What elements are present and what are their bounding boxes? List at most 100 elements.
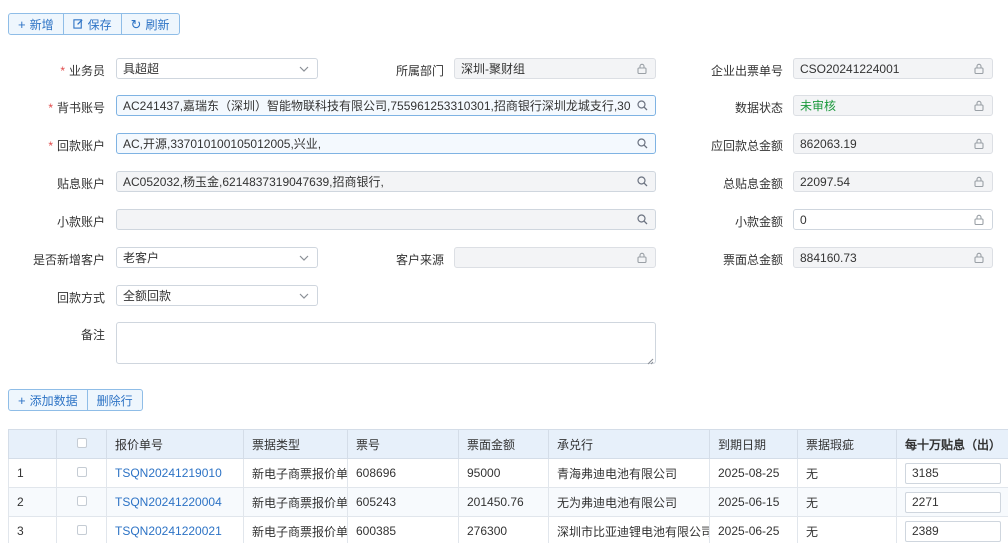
search-icon[interactable] <box>635 99 649 113</box>
new-customer-select[interactable]: 老客户 <box>116 247 318 268</box>
table-row[interactable]: 3 TSQN20241220021 新电子商票报价单 600385 276300… <box>8 516 1008 543</box>
rate-input[interactable]: 2271 <box>905 491 1001 513</box>
ticket-type-cell: 新电子商票报价单 <box>243 458 348 488</box>
ticket-no-cell: 600385 <box>347 516 459 543</box>
row-index: 1 <box>8 458 57 488</box>
return-method-label: 回款方式 <box>56 291 105 305</box>
search-icon[interactable] <box>635 213 649 227</box>
row-checkbox[interactable] <box>56 487 107 517</box>
discount-account-label: 贴息账户 <box>56 177 105 191</box>
table-row[interactable]: 2 TSQN20241220004 新电子商票报价单 605243 201450… <box>8 487 1008 517</box>
refresh-button[interactable]: ↻ 刷新 <box>122 14 179 34</box>
lock-icon <box>635 251 649 265</box>
quote-no-link[interactable]: TSQN20241220004 <box>106 487 244 517</box>
data-status-label: 数据状态 <box>734 101 783 115</box>
invoice-no-field: CSO20241224001 <box>793 58 993 79</box>
discount-total-field: 22097.54 <box>793 171 993 192</box>
small-account-field[interactable] <box>116 209 656 230</box>
column-header[interactable]: 每十万贴息（出） <box>896 429 1008 459</box>
lock-icon <box>972 99 986 113</box>
table-header-row: 报价单号 票据类型 票号 票面金额 承兑行 到期日期 票据瑕疵 每十万贴息（出） <box>8 429 1008 459</box>
resize-handle-icon[interactable] <box>646 354 654 365</box>
department-label: 所属部门 <box>395 64 444 78</box>
quote-no-link[interactable]: TSQN20241220021 <box>106 516 244 543</box>
lock-icon <box>972 137 986 151</box>
chevron-down-icon <box>297 251 311 265</box>
face-total-field: 884160.73 <box>793 247 993 268</box>
ticket-no-cell: 605243 <box>347 487 459 517</box>
lock-icon <box>972 213 986 227</box>
column-header[interactable]: 票面金额 <box>458 429 549 459</box>
bank-cell: 青海弗迪电池有限公司 <box>548 458 710 488</box>
receivable-total-label: 应回款总金额 <box>710 139 783 153</box>
flaw-cell: 无 <box>797 458 897 488</box>
remark-textarea[interactable] <box>116 322 656 365</box>
ticket-type-cell: 新电子商票报价单 <box>243 487 348 517</box>
receivable-total-field: 862063.19 <box>793 133 993 154</box>
row-index: 2 <box>8 487 57 517</box>
delete-row-button[interactable]: 删除行 <box>88 390 142 410</box>
plus-icon: + <box>18 16 26 32</box>
table-row[interactable]: 1 TSQN20241219010 新电子商票报价单 608696 95000 … <box>8 458 1008 488</box>
add-data-button[interactable]: + 添加数据 <box>9 390 88 410</box>
discount-total-label: 总贴息金额 <box>722 177 783 191</box>
customer-source-label: 客户来源 <box>395 253 444 267</box>
table-toolbar: + 添加数据 删除行 <box>8 389 143 411</box>
due-date-cell: 2025-06-15 <box>709 487 798 517</box>
row-checkbox[interactable] <box>56 516 107 543</box>
return-method-select[interactable]: 全额回款 <box>116 285 318 306</box>
edit-icon <box>72 18 84 31</box>
search-icon[interactable] <box>635 137 649 151</box>
lock-icon <box>635 62 649 76</box>
return-account-label: * 回款账户 <box>48 139 105 153</box>
small-amount-input[interactable]: 0 <box>793 209 993 230</box>
row-index: 3 <box>8 516 57 543</box>
quote-no-link[interactable]: TSQN20241219010 <box>106 458 244 488</box>
new-button[interactable]: + 新增 <box>9 14 64 34</box>
lock-icon <box>972 62 986 76</box>
due-date-cell: 2025-06-25 <box>709 516 798 543</box>
department-field: 深圳-聚财组 <box>454 58 656 79</box>
save-button[interactable]: 保存 <box>64 14 122 34</box>
rate-cell: 3185 <box>896 458 1008 488</box>
plus-icon: + <box>18 392 26 408</box>
remark-label: 备注 <box>80 328 105 342</box>
salesman-select[interactable]: 具超超 <box>116 58 318 79</box>
small-account-label: 小款账户 <box>56 215 105 229</box>
select-all-checkbox[interactable] <box>56 429 107 459</box>
data-status-field: 未审核 <box>793 95 993 116</box>
quote-table: 报价单号 票据类型 票号 票面金额 承兑行 到期日期 票据瑕疵 每十万贴息（出）… <box>8 429 1008 543</box>
amount-cell: 95000 <box>458 458 549 488</box>
chevron-down-icon <box>297 62 311 76</box>
row-checkbox[interactable] <box>56 458 107 488</box>
flaw-cell: 无 <box>797 487 897 517</box>
invoice-no-label: 企业出票单号 <box>710 64 783 78</box>
small-amount-label: 小款金额 <box>734 215 783 229</box>
rate-cell: 2389 <box>896 516 1008 543</box>
chevron-down-icon <box>297 289 311 303</box>
ticket-type-cell: 新电子商票报价单 <box>243 516 348 543</box>
face-total-label: 票面总金额 <box>722 253 783 267</box>
due-date-cell: 2025-08-25 <box>709 458 798 488</box>
return-account-field[interactable]: AC,开源,337010100105012005,兴业, <box>116 133 656 154</box>
ticket-no-cell: 608696 <box>347 458 459 488</box>
column-header[interactable]: 票号 <box>347 429 459 459</box>
endorse-account-label: * 背书账号 <box>48 101 105 115</box>
new-customer-label: 是否新增客户 <box>32 253 105 267</box>
endorse-account-field[interactable]: AC241437,嘉瑞东（深圳）智能物联科技有限公司,7559612533103… <box>116 95 656 116</box>
column-header[interactable]: 票据类型 <box>243 429 348 459</box>
amount-cell: 201450.76 <box>458 487 549 517</box>
rate-input[interactable]: 3185 <box>905 462 1001 484</box>
toolbar: + 新增 保存 ↻ 刷新 <box>8 13 180 35</box>
search-icon[interactable] <box>635 175 649 189</box>
discount-account-field[interactable]: AC052032,杨玉金,6214837319047639,招商银行, <box>116 171 656 192</box>
refresh-icon: ↻ <box>130 16 142 32</box>
column-header[interactable]: 票据瑕疵 <box>797 429 897 459</box>
customer-source-field <box>454 247 656 268</box>
salesman-label: * 业务员 <box>60 64 105 78</box>
column-header[interactable]: 报价单号 <box>106 429 244 459</box>
column-header[interactable]: 承兑行 <box>548 429 710 459</box>
rate-input[interactable]: 2389 <box>905 520 1001 542</box>
column-header[interactable]: 到期日期 <box>709 429 798 459</box>
lock-icon <box>972 251 986 265</box>
